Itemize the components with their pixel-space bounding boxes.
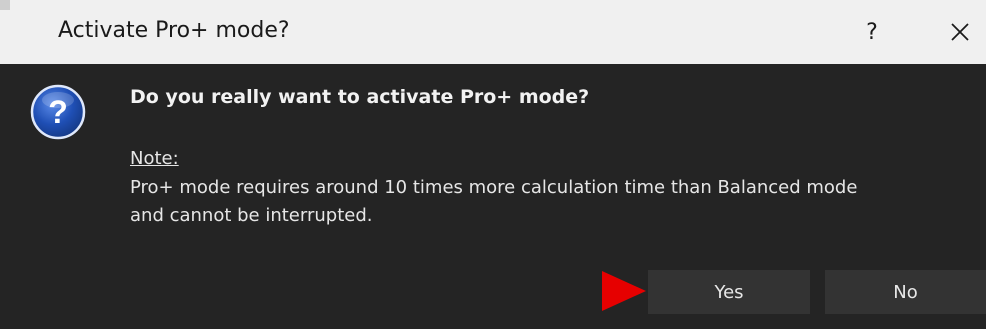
close-icon [951, 23, 969, 41]
dialog-body: ? Do you really want to activate Pro+ mo… [0, 64, 986, 329]
note-text-line: and cannot be interrupted. [130, 205, 373, 226]
no-button[interactable]: No [825, 270, 986, 314]
help-button[interactable]: ? [852, 12, 892, 52]
close-button[interactable] [938, 12, 982, 52]
confirm-dialog: Activate Pro+ mode? ? ? Do you really wa… [0, 0, 986, 329]
question-icon: ? [30, 84, 86, 140]
dialog-title: Activate Pro+ mode? [58, 18, 290, 43]
note-label: Note: [130, 148, 179, 169]
svg-text:?: ? [48, 94, 68, 130]
note-text-line: Pro+ mode requires around 10 times more … [130, 177, 858, 198]
window-corner-mark [0, 0, 10, 10]
red-arrow-pointer-icon [602, 271, 646, 311]
dialog-question: Do you really want to activate Pro+ mode… [130, 86, 590, 108]
yes-button[interactable]: Yes [648, 270, 810, 314]
title-bar: Activate Pro+ mode? ? [0, 0, 986, 64]
